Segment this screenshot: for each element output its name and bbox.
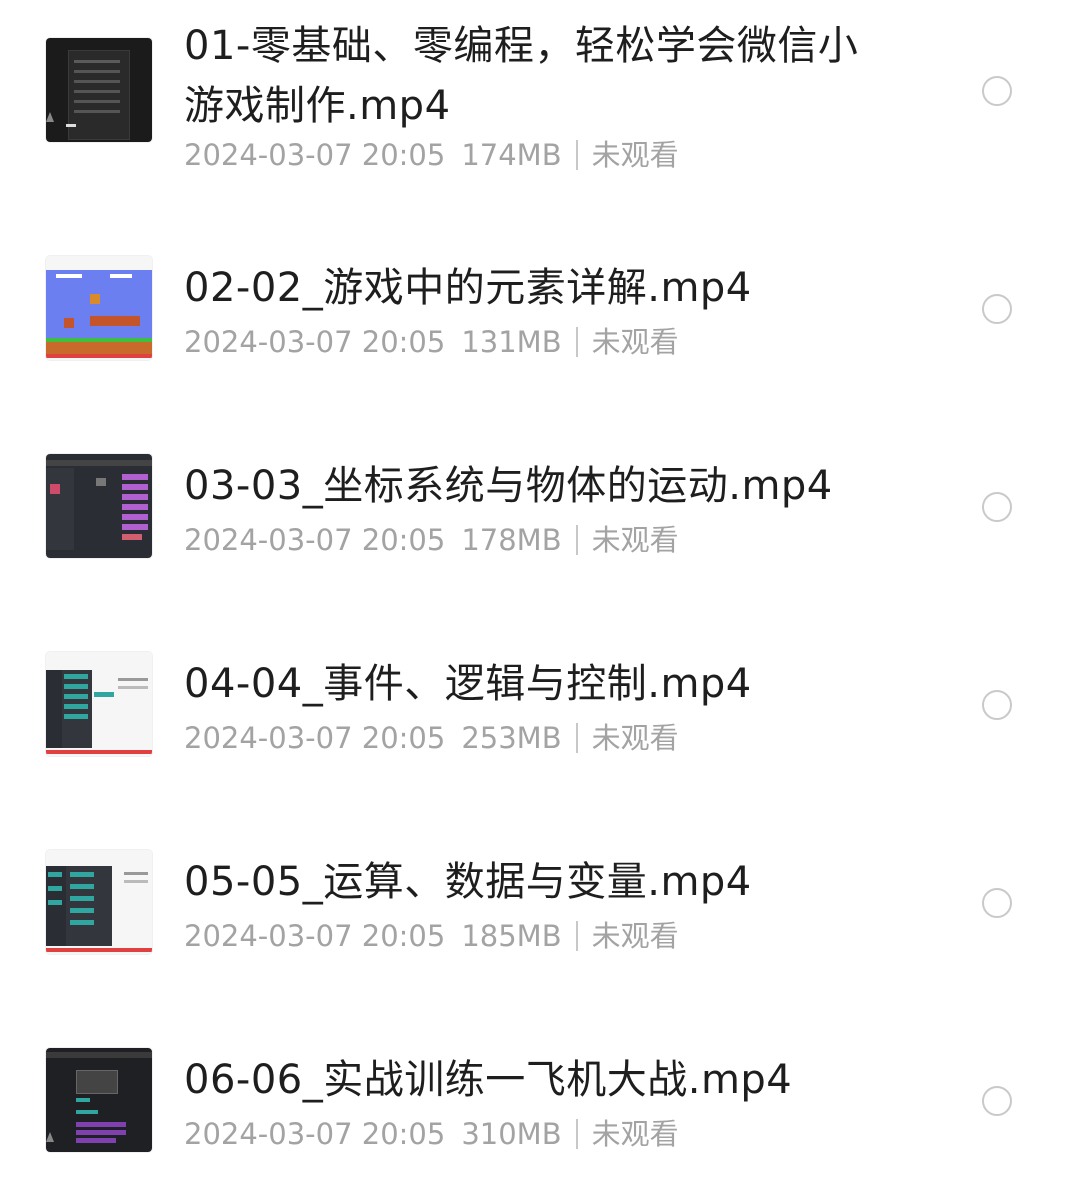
video-thumbnail[interactable] [46, 652, 152, 756]
watch-status: 未观看 [591, 523, 679, 557]
meta-divider [575, 327, 578, 357]
watch-status: 未观看 [591, 138, 679, 172]
list-item[interactable]: 05-05_运算、数据与变量.mp4 2024-03-07 20:05 185MB… [0, 850, 1080, 960]
watch-status: 未观看 [591, 325, 679, 359]
file-title[interactable]: 05-05_运算、数据与变量.mp4 [184, 852, 874, 912]
file-date: 2024-03-07 20:05 [184, 325, 446, 359]
video-thumbnail[interactable] [46, 454, 152, 558]
watch-status: 未观看 [591, 919, 679, 953]
watch-status: 未观看 [591, 721, 679, 755]
file-date: 2024-03-07 20:05 [184, 523, 446, 557]
list-item[interactable]: 01-零基础、零编程，轻松学会微信小游戏制作.mp4 2024-03-07 20… [0, 0, 1080, 190]
file-size: 253MB [461, 721, 562, 755]
file-title[interactable]: 04-04_事件、逻辑与控制.mp4 [184, 654, 874, 714]
watch-status: 未观看 [591, 1117, 679, 1151]
file-meta: 2024-03-07 20:05 185MB 未观看 [184, 916, 679, 956]
file-date: 2024-03-07 20:05 [184, 138, 446, 172]
file-size: 185MB [461, 919, 562, 953]
file-size: 310MB [461, 1117, 562, 1151]
file-date: 2024-03-07 20:05 [184, 721, 446, 755]
list-item[interactable]: 03-03_坐标系统与物体的运动.mp4 2024-03-07 20:05 178… [0, 454, 1080, 564]
file-title[interactable]: 02-02_游戏中的元素详解.mp4 [184, 258, 874, 318]
file-meta: 2024-03-07 20:05 174MB 未观看 [184, 135, 679, 175]
select-radio[interactable] [982, 76, 1012, 106]
file-meta: 2024-03-07 20:05 253MB 未观看 [184, 718, 679, 758]
video-thumbnail[interactable] [46, 1048, 152, 1152]
meta-divider [575, 723, 578, 753]
file-date: 2024-03-07 20:05 [184, 1117, 446, 1151]
file-size: 131MB [461, 325, 562, 359]
file-title[interactable]: 01-零基础、零编程，轻松学会微信小游戏制作.mp4 [184, 16, 874, 136]
select-radio[interactable] [982, 690, 1012, 720]
meta-divider [575, 921, 578, 951]
file-meta: 2024-03-07 20:05 178MB 未观看 [184, 520, 679, 560]
meta-divider [575, 1119, 578, 1149]
file-title[interactable]: 03-03_坐标系统与物体的运动.mp4 [184, 456, 874, 516]
list-item[interactable]: 06-06_实战训练一飞机大战.mp4 2024-03-07 20:05 310M… [0, 1048, 1080, 1158]
file-meta: 2024-03-07 20:05 310MB 未观看 [184, 1114, 679, 1154]
video-thumbnail[interactable] [46, 850, 152, 954]
video-file-list: 01-零基础、零编程，轻松学会微信小游戏制作.mp4 2024-03-07 20… [0, 0, 1080, 1189]
list-item[interactable]: 02-02_游戏中的元素详解.mp4 2024-03-07 20:05 131MB… [0, 256, 1080, 366]
select-radio[interactable] [982, 294, 1012, 324]
meta-divider [575, 525, 578, 555]
list-item[interactable]: 04-04_事件、逻辑与控制.mp4 2024-03-07 20:05 253MB… [0, 652, 1080, 762]
file-date: 2024-03-07 20:05 [184, 919, 446, 953]
file-title[interactable]: 06-06_实战训练一飞机大战.mp4 [184, 1050, 874, 1110]
video-thumbnail[interactable] [46, 256, 152, 360]
select-radio[interactable] [982, 1086, 1012, 1116]
file-meta: 2024-03-07 20:05 131MB 未观看 [184, 322, 679, 362]
video-thumbnail[interactable] [46, 38, 152, 142]
select-radio[interactable] [982, 888, 1012, 918]
select-radio[interactable] [982, 492, 1012, 522]
meta-divider [575, 140, 578, 170]
file-size: 178MB [461, 523, 562, 557]
file-size: 174MB [461, 138, 562, 172]
